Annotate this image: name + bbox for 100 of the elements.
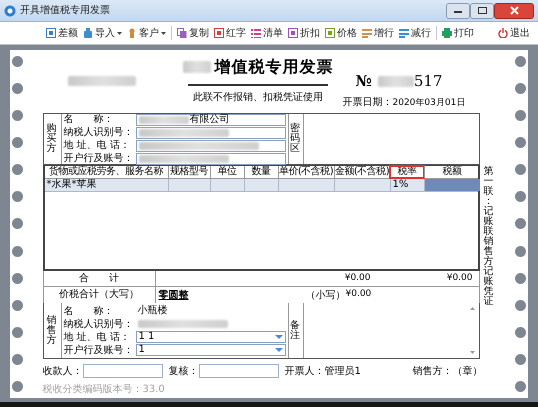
close-icon bbox=[510, 6, 518, 15]
toolbar-button[interactable]: 打印 bbox=[442, 26, 474, 40]
toolbar-button[interactable]: 复制 bbox=[177, 26, 209, 40]
input-field[interactable] bbox=[136, 140, 286, 152]
scroll-down-icon bbox=[470, 351, 475, 354]
punch-hole bbox=[12, 300, 24, 311]
signature-label: 复核： bbox=[168, 364, 198, 378]
app-icon bbox=[4, 4, 16, 16]
punch-hole bbox=[514, 191, 526, 202]
toolbar-button[interactable]: 导入 bbox=[83, 26, 122, 40]
amount-in-words: 零圆整 bbox=[158, 288, 190, 302]
field-label: 地 址、电 话： bbox=[64, 330, 131, 344]
field-label: 名 称： bbox=[64, 304, 114, 318]
cipher-label: 密码区 bbox=[290, 124, 301, 154]
signature-label: 销售方：（章） bbox=[412, 364, 482, 378]
invoice-number: 517 bbox=[414, 71, 442, 92]
column-header[interactable]: 金额(不含税) bbox=[334, 166, 390, 178]
column-header[interactable]: 税额 bbox=[424, 166, 480, 178]
punch-hole bbox=[12, 191, 24, 202]
remarks-label: 备注 bbox=[290, 320, 301, 340]
punch-hole bbox=[514, 137, 526, 148]
total-label: 合 计 bbox=[44, 271, 156, 286]
figures-label: （小写） bbox=[306, 288, 346, 302]
input-field[interactable] bbox=[136, 126, 286, 138]
punch-hole bbox=[514, 300, 526, 311]
grand-total-label: 价税合计（大写） bbox=[44, 287, 156, 303]
input-field[interactable]: 小瓶楼 bbox=[136, 305, 286, 317]
toolbar-button[interactable]: 增行 bbox=[362, 26, 394, 40]
field-label: 纳税人识别号： bbox=[64, 318, 134, 332]
toolbar-button[interactable]: 退出 bbox=[498, 26, 530, 40]
date-label: 开票日期： bbox=[342, 96, 392, 110]
toolbar-button[interactable]: 客户 bbox=[127, 26, 166, 40]
toolbar-button[interactable]: 清单 bbox=[251, 26, 283, 40]
punch-hole bbox=[514, 83, 526, 94]
punch-hole bbox=[12, 56, 24, 67]
column-header[interactable]: 货物或应税劳务、服务名称 bbox=[44, 166, 168, 178]
punch-hole bbox=[12, 246, 24, 257]
punch-hole bbox=[514, 326, 526, 338]
scroll-up-icon bbox=[470, 307, 475, 310]
column-header[interactable]: 数量 bbox=[244, 166, 278, 178]
redaction-blur bbox=[68, 76, 136, 86]
punch-hole bbox=[514, 380, 526, 392]
punch-hole bbox=[514, 164, 526, 176]
dropdown-field[interactable]: 1 bbox=[136, 344, 286, 356]
window-title: 开具增值税专用发票 bbox=[20, 4, 110, 18]
table-cell[interactable]: *水果*苹果 bbox=[44, 179, 168, 191]
maximize-button[interactable] bbox=[470, 2, 494, 18]
minimize-button[interactable] bbox=[446, 2, 470, 18]
field-label: 开户行及账号： bbox=[64, 344, 134, 358]
field-label: 纳税人识别号： bbox=[64, 126, 134, 140]
punch-hole bbox=[12, 137, 24, 148]
column-header[interactable]: 单价(不含税) bbox=[278, 166, 334, 178]
toolbar-button[interactable]: 折扣 bbox=[288, 26, 320, 40]
punch-hole bbox=[12, 354, 24, 365]
total-tax: ¥0.00 bbox=[446, 272, 474, 285]
punch-hole bbox=[514, 110, 526, 122]
input-field[interactable] bbox=[82, 364, 162, 378]
invoice-date: 2020年03月01日 bbox=[392, 97, 466, 110]
minimize-icon bbox=[454, 8, 462, 13]
close-button[interactable] bbox=[494, 2, 534, 18]
punch-hole bbox=[12, 218, 24, 230]
amount-in-figures: ¥0.00 bbox=[346, 288, 372, 302]
punch-hole bbox=[514, 218, 526, 230]
punch-hole bbox=[514, 354, 526, 365]
punch-hole bbox=[514, 272, 526, 284]
input-field[interactable] bbox=[136, 152, 286, 164]
scrollbar[interactable] bbox=[468, 305, 476, 356]
redaction-blur bbox=[182, 61, 210, 73]
dropdown-field[interactable]: 1 1 bbox=[136, 331, 286, 343]
maximize-icon bbox=[478, 7, 486, 14]
input-field[interactable]: 有限公司 bbox=[136, 114, 286, 126]
dropdown-arrow-icon bbox=[274, 335, 282, 339]
field-label: 开户行及账号： bbox=[64, 152, 134, 166]
table-cell[interactable] bbox=[424, 179, 480, 191]
input-field[interactable] bbox=[198, 364, 278, 378]
side-label: 购买方 bbox=[46, 124, 58, 154]
total-amount: ¥0.00 bbox=[344, 272, 370, 285]
punch-hole bbox=[12, 164, 24, 176]
punch-hole bbox=[12, 83, 24, 94]
column-header[interactable]: 单位 bbox=[210, 166, 244, 178]
version-note: 税收分类编码版本号：33.0 bbox=[42, 382, 166, 397]
column-header[interactable]: 规格型号 bbox=[168, 166, 210, 178]
number-sign: № bbox=[356, 71, 372, 92]
toolbar-button[interactable]: 价格 bbox=[325, 26, 357, 40]
punch-hole bbox=[12, 326, 24, 338]
copy-label: 第一联：记账联销售方记账凭证 bbox=[484, 167, 494, 307]
side-label: 销售方 bbox=[46, 316, 58, 346]
toolbar-button[interactable]: 减行 bbox=[399, 26, 431, 40]
signature-label: 开票人： bbox=[284, 364, 324, 378]
punch-hole bbox=[12, 272, 24, 284]
invoice-title: 增值税专用发票 bbox=[214, 56, 334, 78]
toolbar-button[interactable]: 差额 bbox=[46, 26, 78, 40]
redaction-blur bbox=[378, 76, 414, 87]
punch-hole bbox=[12, 110, 24, 122]
punch-hole bbox=[514, 56, 526, 67]
invoice-notice: 此联不作报销、扣税凭证使用 bbox=[193, 90, 323, 105]
punch-hole bbox=[12, 380, 24, 392]
field-label: 地 址、电 话： bbox=[64, 138, 131, 152]
toolbar-button[interactable]: 红字 bbox=[214, 26, 246, 40]
redaction-blur bbox=[138, 116, 188, 124]
